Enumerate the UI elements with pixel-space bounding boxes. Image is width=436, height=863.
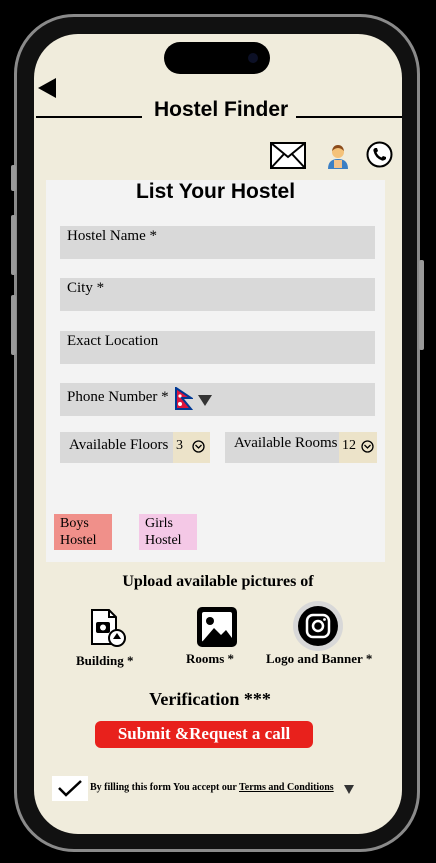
terms-prefix: By filling this form You accept our [90,782,237,793]
phone-icon[interactable] [366,141,393,168]
logo-banner-label: Logo and Banner * [266,651,373,666]
rooms-stepper[interactable]: 12 [339,432,377,463]
floors-field[interactable]: Available Floors 3 [60,432,210,463]
building-label: Building * [76,653,134,668]
side-button [11,295,16,355]
divider [296,116,402,118]
chevron-down-icon[interactable] [192,440,205,453]
listing-form: List Your Hostel Hostel Name * City * Ex… [46,180,385,562]
side-button [11,165,16,191]
dropdown-caret-icon[interactable] [198,395,212,406]
terms-checkbox[interactable] [52,776,88,801]
boys-hostel-option[interactable]: Boys Hostel [54,514,112,550]
nepal-flag-icon[interactable] [175,387,193,411]
terms-link[interactable]: Terms and Conditions [239,782,334,793]
floors-stepper[interactable]: 3 [173,432,210,463]
rooms-label: Rooms * [186,651,235,666]
submit-button[interactable]: Submit &Request a call [95,721,313,748]
mail-icon[interactable] [270,142,306,169]
rooms-label: Available Rooms [234,435,338,451]
hostel-name-input[interactable]: Hostel Name * [60,226,375,259]
location-input[interactable]: Exact Location [60,331,375,364]
form-title: List Your Hostel [135,180,296,203]
verification-title: Verification *** [149,689,271,709]
instagram-icon[interactable] [292,600,344,652]
dynamic-island [164,42,270,74]
floors-value: 3 [176,438,183,453]
camera-icon [248,53,258,63]
phone-input[interactable]: Phone Number * [60,383,375,416]
rooms-field[interactable]: Available Rooms 12 [225,432,377,463]
side-button [419,260,424,350]
side-button [11,215,16,275]
image-upload-icon[interactable] [196,606,238,648]
building-upload-icon[interactable] [89,608,129,648]
app-screen: Hostel Finder List Your Hostel Hostel Na… [34,34,402,834]
divider [36,116,142,118]
back-arrow-icon[interactable] [38,78,56,98]
phone-label: Phone Number * [67,389,169,405]
chevron-down-icon[interactable] [361,440,374,453]
checkmark-icon [58,780,82,797]
city-input[interactable]: City * [60,278,375,311]
dropdown-caret-icon[interactable] [344,785,354,794]
girls-hostel-option[interactable]: Girls Hostel [139,514,197,550]
user-icon[interactable] [325,142,351,170]
page-title: Hostel Finder [154,98,289,121]
upload-title: Upload available pictures of [122,573,314,590]
floors-label: Available Floors [69,437,169,453]
terms-text: By filling this form You accept our Term… [90,782,334,793]
rooms-value: 12 [342,438,356,453]
